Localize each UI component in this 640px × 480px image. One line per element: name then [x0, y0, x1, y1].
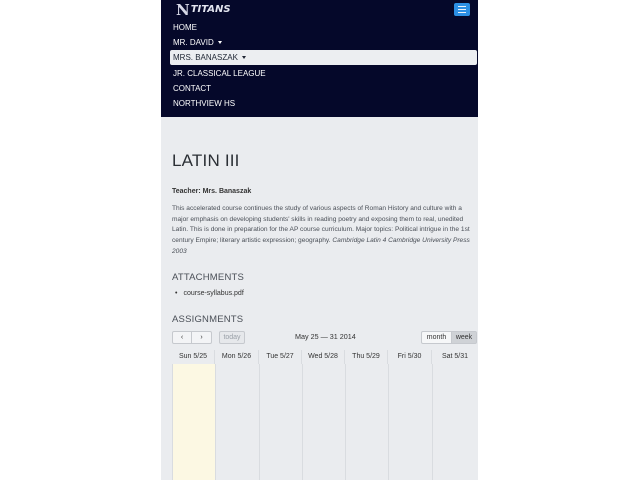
calendar-day-cell-today[interactable] — [172, 364, 216, 480]
next-week-button[interactable]: › — [191, 331, 212, 344]
logo-letter: N — [176, 1, 190, 19]
day-header: Fri 5/30 — [388, 350, 432, 364]
nav-item-mrs-banaszak[interactable]: MRS. BANASZAK — [170, 50, 477, 65]
hamburger-icon-bar — [458, 12, 466, 13]
day-header: Thu 5/29 — [345, 350, 388, 364]
calendar-day-cell[interactable] — [432, 364, 478, 480]
day-header: Wed 5/28 — [302, 350, 345, 364]
menu-toggle-button[interactable] — [454, 3, 470, 16]
attachment-link[interactable]: course-syllabus.pdf — [175, 290, 243, 297]
day-header: Sat 5/31 — [441, 353, 469, 360]
nav-item-label: JR. CLASSICAL LEAGUE — [173, 69, 266, 78]
navbar: N TITANS HOME MR. DAVID MRS. BANASZAK JR… — [161, 0, 478, 117]
week-view-button[interactable]: week — [451, 331, 477, 344]
nav-item-label: CONTACT — [173, 84, 212, 93]
page: N TITANS HOME MR. DAVID MRS. BANASZAK JR… — [161, 0, 478, 480]
prev-week-button[interactable]: ‹ — [172, 331, 192, 344]
day-header: Sun 5/25 — [172, 350, 215, 364]
teacher-name: Teacher: Mrs. Banaszak — [172, 188, 252, 195]
calendar-day-cell[interactable] — [388, 364, 433, 480]
calendar-day-cell[interactable] — [259, 364, 303, 480]
assignments-heading: ASSIGNMENTS — [172, 314, 244, 325]
day-header: Tue 5/27 — [259, 350, 302, 364]
calendar-range-title: May 25 — 31 2014 — [295, 332, 356, 341]
nav-item-home[interactable]: HOME — [170, 20, 477, 35]
calendar-day-cell[interactable] — [345, 364, 389, 480]
nav-item-label: NORTHVIEW HS — [173, 99, 236, 108]
attachments-heading: ATTACHMENTS — [172, 272, 245, 283]
calendar-day-cell[interactable] — [302, 364, 346, 480]
hamburger-icon-bar — [458, 9, 466, 10]
caret-down-icon — [217, 41, 222, 45]
page-title: LATIN III — [172, 151, 240, 170]
month-view-button[interactable]: month — [421, 331, 452, 344]
caret-down-icon — [241, 56, 246, 60]
nav-item-label: HOME — [173, 23, 197, 32]
calendar-day-cell[interactable] — [215, 364, 260, 480]
course-description: This accelerated course continues the st… — [172, 204, 475, 258]
hamburger-icon-bar — [458, 6, 466, 7]
nav-item-northview-hs[interactable]: NORTHVIEW HS — [170, 96, 477, 111]
nav-item-jr-classical-league[interactable]: JR. CLASSICAL LEAGUE — [170, 66, 477, 81]
day-header: Mon 5/26 — [215, 350, 259, 364]
nav-item-label: MRS. BANASZAK — [173, 53, 238, 62]
today-button[interactable]: today — [219, 331, 245, 344]
brand-name: TITANS — [190, 4, 231, 15]
nav-item-label: MR. DAVID — [173, 38, 214, 47]
nav-item-mr-david[interactable]: MR. DAVID — [170, 35, 477, 50]
brand-logo[interactable]: N TITANS — [176, 1, 231, 19]
nav-item-contact[interactable]: CONTACT — [170, 81, 477, 96]
